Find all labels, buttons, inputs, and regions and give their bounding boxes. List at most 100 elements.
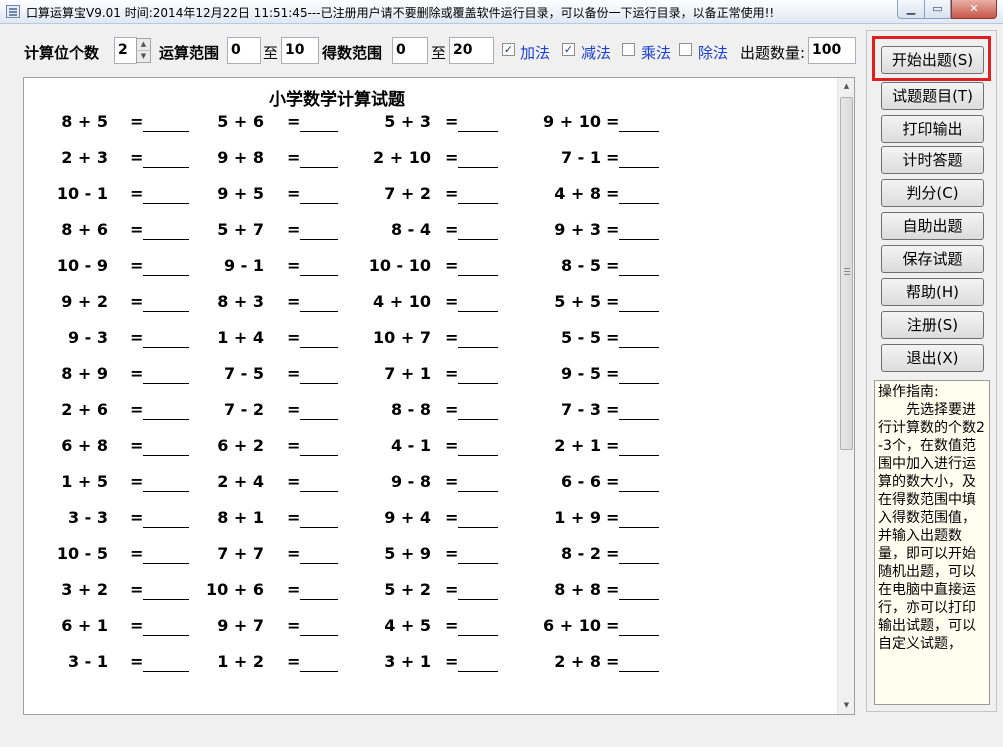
- spin-down-icon[interactable]: ▼: [137, 51, 150, 63]
- answer-blank[interactable]: [458, 635, 498, 636]
- vertical-scrollbar[interactable]: ▲ ▼: [837, 78, 854, 714]
- exit-button[interactable]: 退出(X): [881, 344, 984, 372]
- answer-blank[interactable]: [143, 455, 189, 456]
- answer-blank[interactable]: [619, 383, 659, 384]
- answer-blank[interactable]: [143, 131, 189, 132]
- answer-blank[interactable]: [458, 131, 498, 132]
- answer-blank[interactable]: [619, 311, 659, 312]
- answer-blank[interactable]: [619, 419, 659, 420]
- close-button[interactable]: ✕: [951, 0, 997, 19]
- answer-blank[interactable]: [619, 131, 659, 132]
- range-to-input[interactable]: 10: [281, 37, 319, 64]
- minimize-button[interactable]: ▁: [897, 0, 924, 19]
- answer-blank[interactable]: [300, 671, 338, 672]
- answer-blank[interactable]: [458, 203, 498, 204]
- range-from-input[interactable]: 0: [227, 37, 261, 64]
- answer-blank[interactable]: [143, 635, 189, 636]
- quiz-button[interactable]: 试题题目(T): [881, 82, 984, 110]
- answer-blank[interactable]: [143, 167, 189, 168]
- answer-blank[interactable]: [619, 347, 659, 348]
- answer-blank[interactable]: [619, 275, 659, 276]
- print-button[interactable]: 打印输出: [881, 115, 984, 143]
- answer-blank[interactable]: [619, 599, 659, 600]
- scroll-down-icon[interactable]: ▼: [838, 697, 855, 714]
- maximize-button[interactable]: ▭: [924, 0, 951, 19]
- answer-blank[interactable]: [143, 383, 189, 384]
- answer-blank[interactable]: [300, 167, 338, 168]
- mul-checkbox[interactable]: [622, 43, 635, 56]
- answer-blank[interactable]: [143, 347, 189, 348]
- answer-blank[interactable]: [458, 527, 498, 528]
- answer-blank[interactable]: [143, 599, 189, 600]
- answer-blank[interactable]: [458, 383, 498, 384]
- answer-blank[interactable]: [619, 455, 659, 456]
- answer-blank[interactable]: [458, 599, 498, 600]
- question-expression: 8 + 3: [217, 292, 264, 311]
- start-button[interactable]: 开始出题(S): [881, 46, 984, 74]
- answer-blank[interactable]: [300, 347, 338, 348]
- answer-blank[interactable]: [619, 167, 659, 168]
- answer-blank[interactable]: [458, 239, 498, 240]
- answer-blank[interactable]: [458, 455, 498, 456]
- answer-blank[interactable]: [300, 203, 338, 204]
- scroll-thumb[interactable]: [840, 97, 853, 450]
- answer-blank[interactable]: [143, 311, 189, 312]
- sub-checkbox[interactable]: ✓: [562, 43, 575, 56]
- answer-blank[interactable]: [300, 131, 338, 132]
- answer-blank[interactable]: [619, 671, 659, 672]
- answer-blank[interactable]: [300, 455, 338, 456]
- timed-button[interactable]: 计时答题: [881, 146, 984, 174]
- help-button[interactable]: 帮助(H): [881, 278, 984, 306]
- scroll-up-icon[interactable]: ▲: [838, 78, 855, 95]
- answer-blank[interactable]: [143, 239, 189, 240]
- result-to-input[interactable]: 20: [449, 37, 494, 64]
- custom-button[interactable]: 自助出题: [881, 212, 984, 240]
- count-input[interactable]: 100: [808, 37, 856, 64]
- answer-blank[interactable]: [458, 167, 498, 168]
- register-button[interactable]: 注册(S): [881, 311, 984, 339]
- answer-blank[interactable]: [619, 563, 659, 564]
- answer-blank[interactable]: [300, 275, 338, 276]
- answer-blank[interactable]: [300, 527, 338, 528]
- answer-blank[interactable]: [143, 563, 189, 564]
- answer-blank[interactable]: [143, 203, 189, 204]
- answer-blank[interactable]: [143, 527, 189, 528]
- answer-blank[interactable]: [458, 671, 498, 672]
- answer-blank[interactable]: [458, 563, 498, 564]
- answer-blank[interactable]: [458, 311, 498, 312]
- equals-sign: =: [445, 148, 459, 167]
- answer-blank[interactable]: [300, 383, 338, 384]
- save-button[interactable]: 保存试题: [881, 245, 984, 273]
- answer-blank[interactable]: [143, 419, 189, 420]
- score-button[interactable]: 判分(C): [881, 179, 984, 207]
- answer-blank[interactable]: [143, 671, 189, 672]
- digits-spinner[interactable]: ▲ ▼: [136, 38, 151, 63]
- answer-blank[interactable]: [143, 275, 189, 276]
- answer-blank[interactable]: [300, 239, 338, 240]
- answer-blank[interactable]: [458, 491, 498, 492]
- answer-blank[interactable]: [300, 311, 338, 312]
- answer-blank[interactable]: [143, 491, 189, 492]
- answer-blank[interactable]: [619, 239, 659, 240]
- answer-blank[interactable]: [619, 527, 659, 528]
- answer-blank[interactable]: [300, 563, 338, 564]
- digits-input[interactable]: 2: [114, 37, 137, 64]
- answer-blank[interactable]: [300, 419, 338, 420]
- div-label[interactable]: 除法: [698, 42, 728, 63]
- answer-blank[interactable]: [458, 419, 498, 420]
- answer-blank[interactable]: [458, 275, 498, 276]
- answer-blank[interactable]: [300, 635, 338, 636]
- mul-label[interactable]: 乘法: [641, 42, 671, 63]
- answer-blank[interactable]: [458, 347, 498, 348]
- add-label[interactable]: 加法: [520, 42, 550, 63]
- div-checkbox[interactable]: [679, 43, 692, 56]
- answer-blank[interactable]: [300, 599, 338, 600]
- spin-up-icon[interactable]: ▲: [137, 39, 150, 51]
- answer-blank[interactable]: [619, 203, 659, 204]
- answer-blank[interactable]: [619, 491, 659, 492]
- sub-label[interactable]: 减法: [581, 42, 611, 63]
- add-checkbox[interactable]: ✓: [502, 43, 515, 56]
- answer-blank[interactable]: [619, 635, 659, 636]
- result-from-input[interactable]: 0: [392, 37, 428, 64]
- answer-blank[interactable]: [300, 491, 338, 492]
